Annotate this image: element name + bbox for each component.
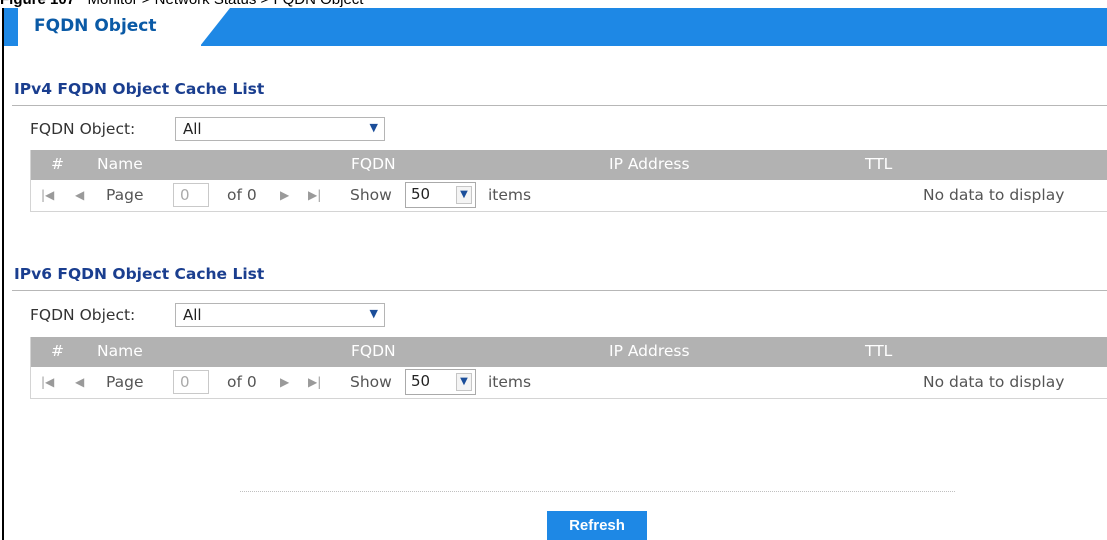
column-header-ip-address[interactable]: IP Address: [609, 342, 690, 360]
ipv6-filter-label: FQDN Object:: [30, 306, 136, 324]
column-header-ip-address[interactable]: IP Address: [609, 155, 690, 173]
ipv6-cache-table: # Name FQDN IP Address TTL |◀ ◀ Page 0 o…: [30, 337, 1107, 399]
items-per-page-value: 50: [411, 185, 431, 203]
ipv4-section-divider: [12, 105, 1107, 106]
figure-caption-text: Monitor > Network Status > FQDN Object: [88, 0, 364, 8]
tab-bar: FQDN Object: [4, 8, 1107, 46]
column-header-fqdn[interactable]: FQDN: [351, 155, 396, 173]
ipv6-empty-status: No data to display: [923, 373, 1065, 391]
next-page-icon[interactable]: ▶: [280, 375, 289, 389]
refresh-button[interactable]: Refresh: [547, 511, 647, 540]
column-header-name[interactable]: Name: [97, 155, 143, 173]
ipv4-section-title: IPv4 FQDN Object Cache List: [14, 80, 265, 98]
ipv4-fqdn-object-select-value: All: [183, 120, 202, 138]
column-header-name[interactable]: Name: [97, 342, 143, 360]
ipv6-fqdn-object-select[interactable]: All ▼: [175, 303, 385, 327]
ipv6-section-title: IPv6 FQDN Object Cache List: [14, 265, 265, 283]
ipv4-filter-label: FQDN Object:: [30, 120, 136, 138]
column-header-index[interactable]: #: [51, 155, 64, 173]
ipv6-items-per-page-select[interactable]: 50 ▼: [405, 369, 476, 395]
chevron-down-icon: ▼: [369, 121, 378, 134]
last-page-icon[interactable]: ▶|: [308, 188, 321, 202]
ipv4-cache-table: # Name FQDN IP Address TTL |◀ ◀ Page 0 o…: [30, 150, 1107, 212]
figure-caption: Figure 107 Monitor > Network Status > FQ…: [0, 0, 1107, 8]
ipv4-fqdn-object-select[interactable]: All ▼: [175, 117, 385, 141]
chevron-down-icon: ▼: [369, 307, 378, 320]
figure-number: Figure 107: [0, 0, 75, 8]
ipv4-pager: |◀ ◀ Page 0 of 0 ▶ ▶| Show 50 ▼ items No…: [31, 180, 1107, 212]
page-label: Page: [106, 373, 144, 391]
items-label: items: [488, 373, 532, 391]
items-per-page-value: 50: [411, 372, 431, 390]
page-label: Page: [106, 186, 144, 204]
column-header-index[interactable]: #: [51, 342, 64, 360]
column-header-fqdn[interactable]: FQDN: [351, 342, 396, 360]
first-page-icon[interactable]: |◀: [41, 375, 54, 389]
ipv4-items-per-page-select[interactable]: 50 ▼: [405, 182, 476, 208]
tab-label: FQDN Object: [34, 16, 157, 36]
last-page-icon[interactable]: ▶|: [308, 375, 321, 389]
ipv6-fqdn-object-select-value: All: [183, 306, 202, 324]
ipv4-page-input[interactable]: 0: [173, 183, 209, 207]
ipv4-empty-status: No data to display: [923, 186, 1065, 204]
page-count-label: of 0: [227, 186, 257, 204]
tab-slant-decoration: [200, 8, 230, 46]
ipv4-table-header: # Name FQDN IP Address TTL: [31, 150, 1107, 180]
next-page-icon[interactable]: ▶: [280, 188, 289, 202]
chevron-down-icon: ▼: [456, 373, 472, 391]
show-label: Show: [350, 186, 392, 204]
chevron-down-icon: ▼: [456, 186, 472, 204]
previous-page-icon[interactable]: ◀: [75, 188, 84, 202]
footer-divider: [240, 491, 955, 492]
ipv6-page-input[interactable]: 0: [173, 370, 209, 394]
ipv6-pager: |◀ ◀ Page 0 of 0 ▶ ▶| Show 50 ▼ items No…: [31, 367, 1107, 399]
first-page-icon[interactable]: |◀: [41, 188, 54, 202]
page-input-value: 0: [180, 373, 190, 391]
show-label: Show: [350, 373, 392, 391]
column-header-ttl[interactable]: TTL: [865, 342, 892, 360]
tab-fqdn-object[interactable]: FQDN Object: [18, 8, 201, 46]
column-header-ttl[interactable]: TTL: [865, 155, 892, 173]
ipv6-section-divider: [12, 290, 1107, 291]
ipv6-table-header: # Name FQDN IP Address TTL: [31, 337, 1107, 367]
previous-page-icon[interactable]: ◀: [75, 375, 84, 389]
page-count-label: of 0: [227, 373, 257, 391]
page-input-value: 0: [180, 186, 190, 204]
items-label: items: [488, 186, 532, 204]
